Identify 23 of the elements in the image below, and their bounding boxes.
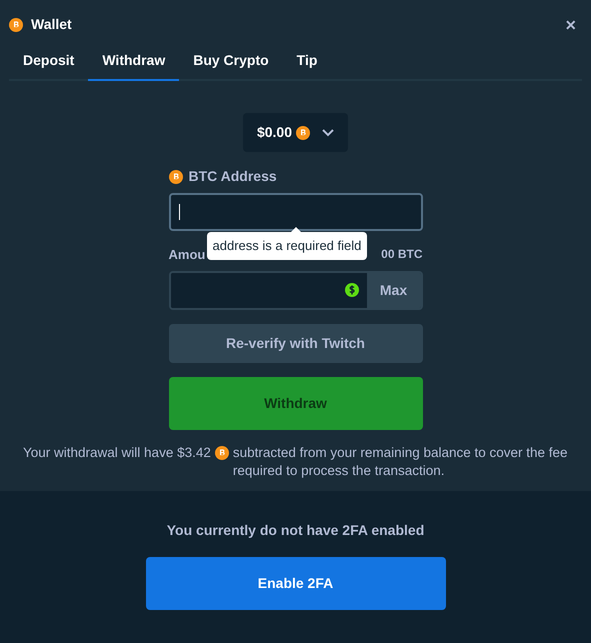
bitcoin-icon: [9, 18, 23, 32]
fee-note: Your withdrawal will have $3.42: [23, 444, 211, 462]
field-label: Amou: [168, 246, 206, 264]
close-button[interactable]: ×: [565, 16, 576, 34]
twofa-message: You currently do not have 2FA enabled: [166, 521, 424, 540]
tab[interactable]: Withdraw: [88, 40, 180, 81]
balance-value: $0.00: [256, 123, 292, 142]
bitcoin-icon: [168, 170, 182, 184]
tab[interactable]: Tip: [282, 40, 332, 81]
tab[interactable]: Buy Crypto: [179, 40, 283, 81]
fee-note: subtracted from your remaining balance to cover the fee required to process the transaction.: [232, 444, 568, 480]
enable-2fa-button[interactable]: Enable 2FA: [146, 557, 446, 610]
window-title: Wallet: [31, 15, 72, 34]
reverify-button[interactable]: Re-verify with Twitch: [168, 324, 422, 362]
field-label: BTC Address: [188, 167, 277, 186]
tab[interactable]: Deposit: [9, 40, 88, 81]
tooltip: address is a required field: [206, 232, 368, 260]
balance-dropdown[interactable]: $0.00: [242, 113, 348, 152]
address-field[interactable]: [168, 193, 422, 231]
amount-limit: 00 BTC: [381, 246, 422, 263]
bitcoin-icon: [214, 446, 229, 460]
chevron-down-icon: [322, 128, 334, 136]
bitcoin-icon: [296, 126, 310, 140]
